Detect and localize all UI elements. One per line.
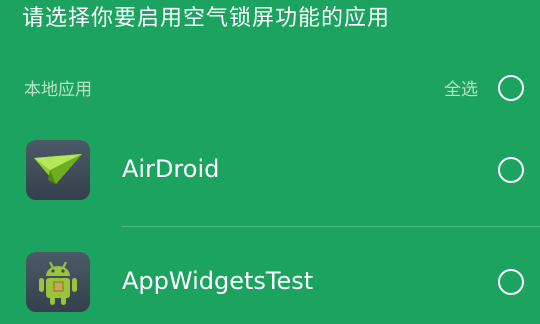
app-checkbox-radio[interactable] (498, 269, 524, 295)
app-checkbox-radio[interactable] (498, 157, 524, 183)
airdroid-icon (26, 140, 90, 200)
row-divider (122, 226, 540, 227)
app-row-appwidgetstest[interactable]: AppWidgetsTest (0, 240, 540, 324)
page-title: 请选择你要启用空气锁屏功能的应用 (22, 6, 391, 31)
section-header-local-apps: 本地应用 全选 (0, 70, 540, 106)
section-label: 本地应用 (24, 80, 92, 100)
select-all-label[interactable]: 全选 (444, 75, 478, 100)
app-name: AppWidgetsTest (122, 267, 314, 295)
app-row-airdroid[interactable]: AirDroid (0, 128, 540, 212)
android-robot-icon (26, 252, 90, 312)
app-name: AirDroid (122, 155, 220, 183)
select-all-radio[interactable] (498, 75, 524, 101)
